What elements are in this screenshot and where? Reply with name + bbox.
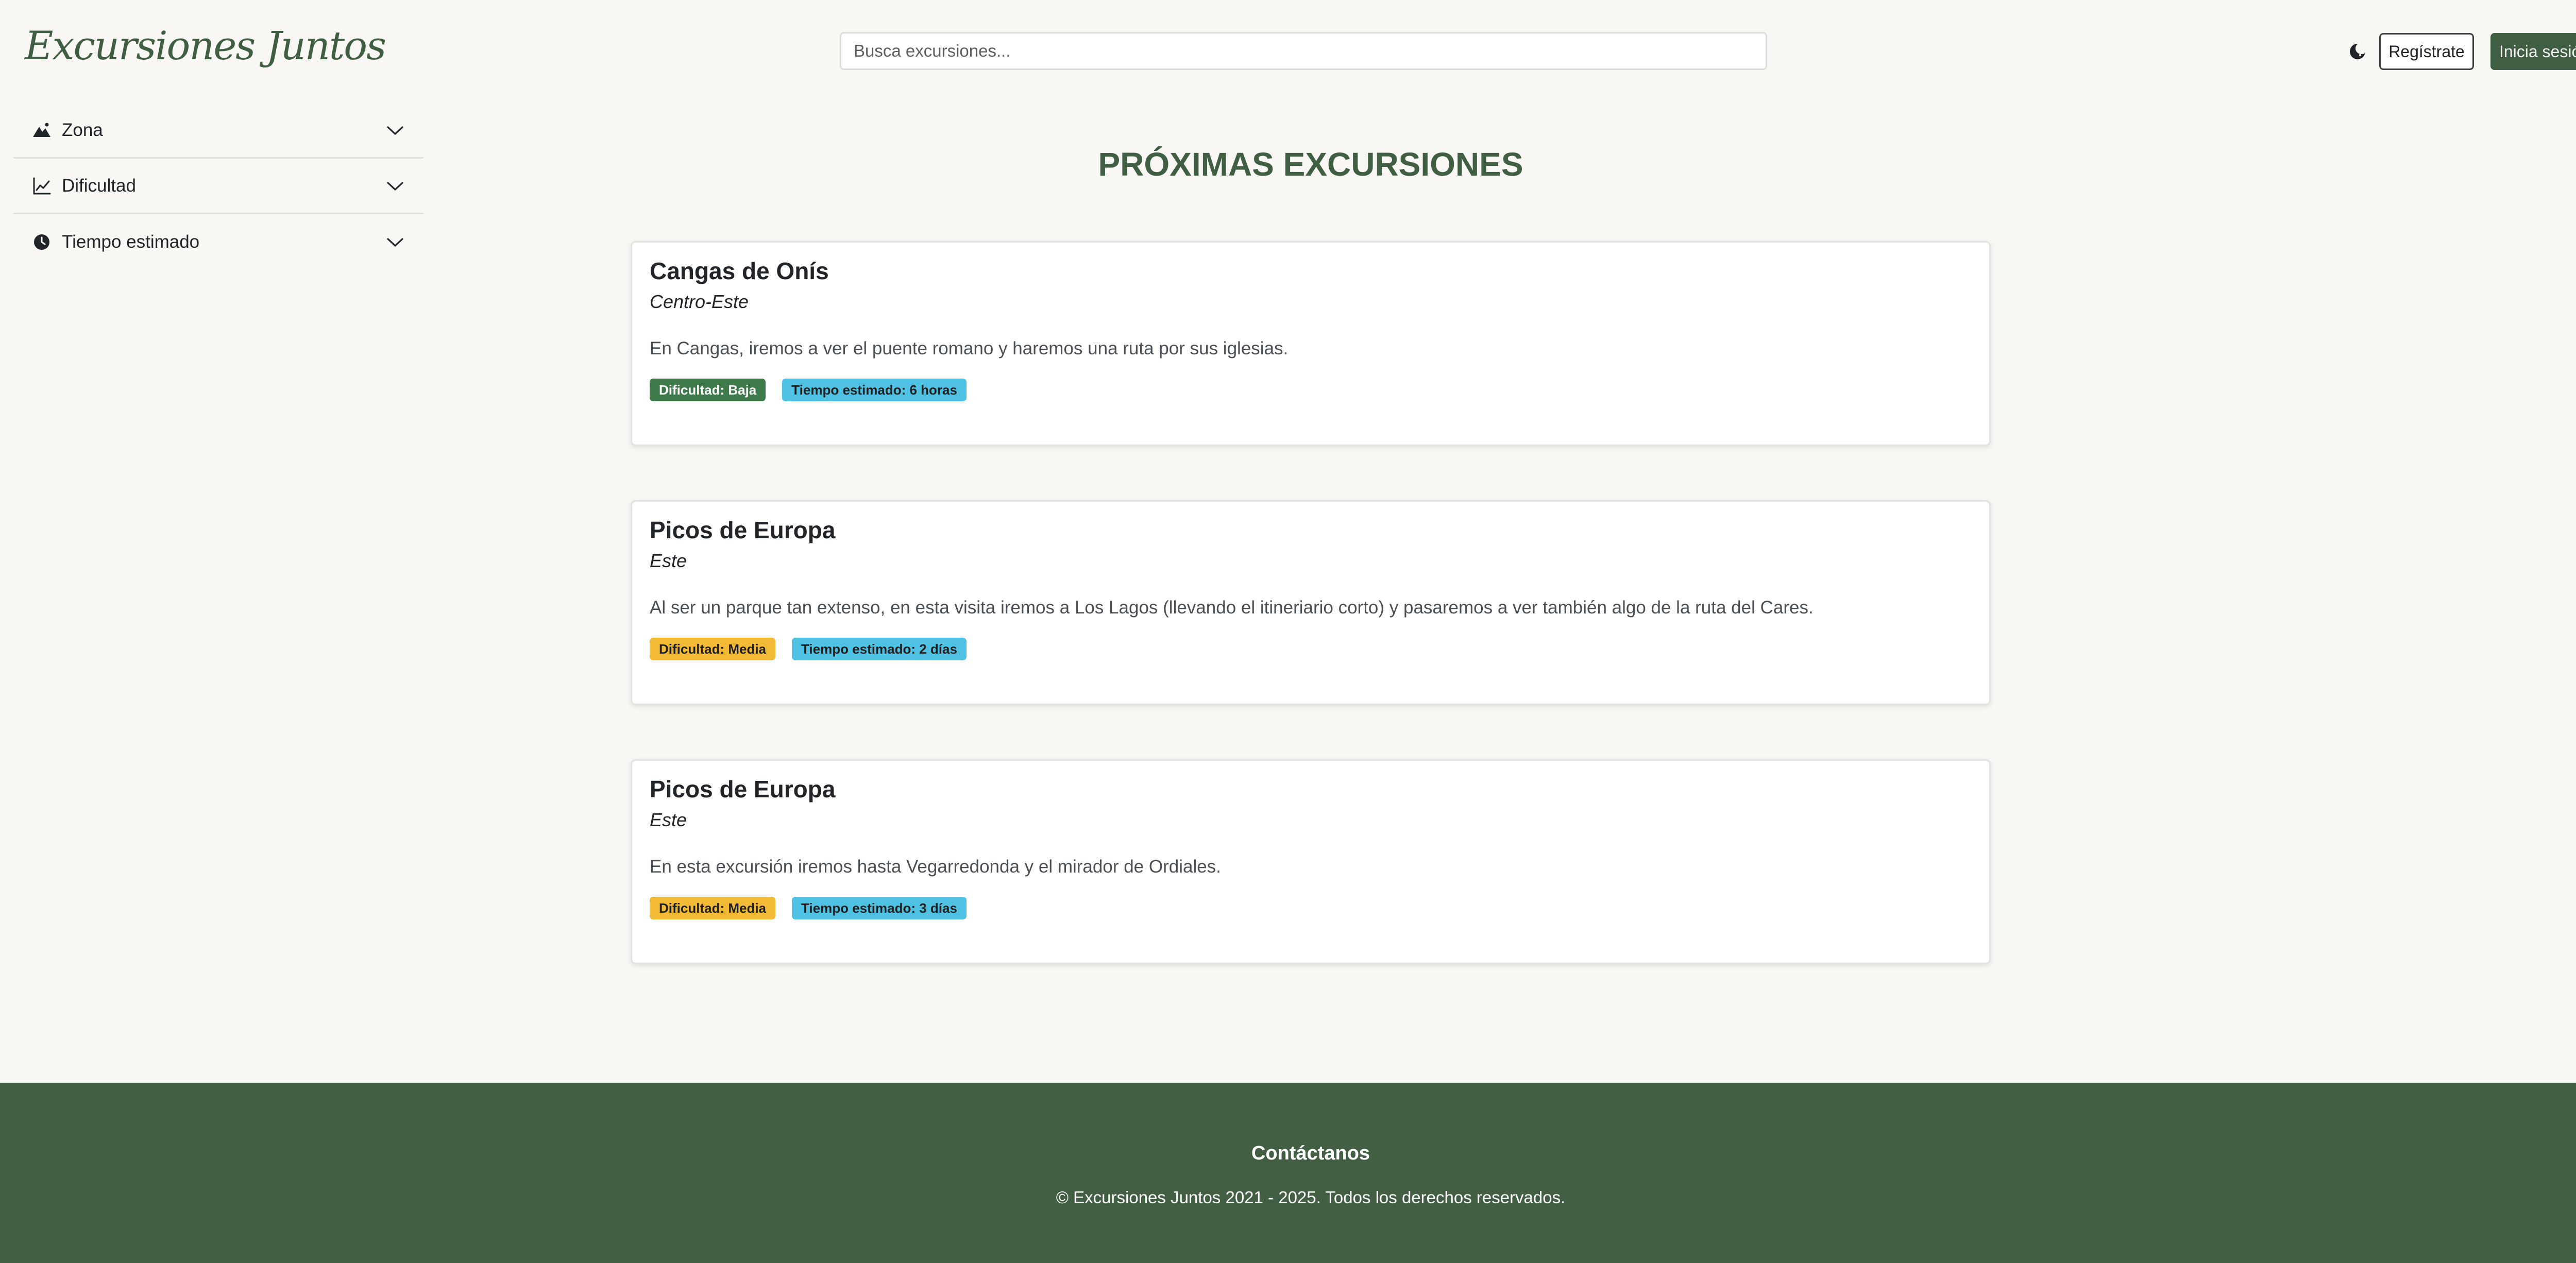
- mountain-icon: [32, 121, 52, 140]
- site-logo[interactable]: Excursiones Juntos: [25, 23, 386, 69]
- excursion-zone: Este: [650, 809, 687, 830]
- time-badge: Tiempo estimado: 3 días: [792, 897, 967, 919]
- badge-row: Dificultad: Media Tiempo estimado: 2 día…: [650, 638, 967, 660]
- clock-icon: [32, 232, 52, 252]
- site-footer: Contáctanos © Excursiones Juntos 2021 - …: [0, 1083, 2576, 1263]
- excursion-card[interactable]: Cangas de Onís Centro-Este En Cangas, ir…: [631, 241, 1991, 446]
- excursion-description: En esta excursión iremos hasta Vegarredo…: [650, 857, 1221, 877]
- copyright-text: © Excursiones Juntos 2021 - 2025. Todos …: [1056, 1188, 1566, 1207]
- contact-link[interactable]: Contáctanos: [0, 1142, 2576, 1165]
- time-badge: Tiempo estimado: 2 días: [792, 638, 967, 660]
- difficulty-badge: Dificultad: Baja: [650, 379, 766, 401]
- theme-toggle-button[interactable]: [2345, 39, 2370, 64]
- excursion-card[interactable]: Picos de Europa Este En esta excursión i…: [631, 759, 1991, 964]
- filter-zona[interactable]: Zona: [13, 103, 423, 159]
- page-title: PRÓXIMAS EXCURSIONES: [1098, 146, 1523, 183]
- filter-dificultad[interactable]: Dificultad: [13, 159, 423, 214]
- chevron-down-icon: [385, 232, 405, 252]
- excursion-zone: Centro-Este: [650, 291, 749, 312]
- filter-sidebar: Zona Dificultad Tiempo estimado: [13, 103, 423, 270]
- excursion-title: Picos de Europa: [650, 517, 836, 543]
- excursion-card[interactable]: Picos de Europa Este Al ser un parque ta…: [631, 500, 1991, 705]
- filter-label: Dificultad: [62, 175, 136, 196]
- filter-tiempo-estimado[interactable]: Tiempo estimado: [13, 214, 423, 270]
- filter-label: Zona: [62, 120, 103, 140]
- chart-line-icon: [32, 176, 52, 196]
- time-badge: Tiempo estimado: 6 horas: [782, 379, 967, 401]
- excursion-title: Picos de Europa: [650, 776, 836, 803]
- chevron-down-icon: [385, 121, 405, 140]
- difficulty-badge: Dificultad: Media: [650, 897, 776, 919]
- difficulty-badge: Dificultad: Media: [650, 638, 776, 660]
- badge-row: Dificultad: Media Tiempo estimado: 3 día…: [650, 897, 967, 919]
- excursion-description: En Cangas, iremos a ver el puente romano…: [650, 338, 1289, 359]
- chevron-down-icon: [385, 176, 405, 196]
- filter-label: Tiempo estimado: [62, 232, 200, 252]
- register-button[interactable]: Regístrate: [2379, 33, 2474, 70]
- search-input[interactable]: [840, 32, 1767, 70]
- excursion-zone: Este: [650, 550, 687, 571]
- moon-icon: [2345, 43, 2370, 65]
- top-navbar: Excursiones Juntos Regístrate Inicia ses…: [0, 0, 2576, 103]
- login-button[interactable]: Inicia sesión: [2490, 33, 2576, 70]
- excursion-description: Al ser un parque tan extenso, en esta vi…: [650, 598, 1814, 618]
- badge-row: Dificultad: Baja Tiempo estimado: 6 hora…: [650, 379, 967, 401]
- excursion-title: Cangas de Onís: [650, 258, 829, 284]
